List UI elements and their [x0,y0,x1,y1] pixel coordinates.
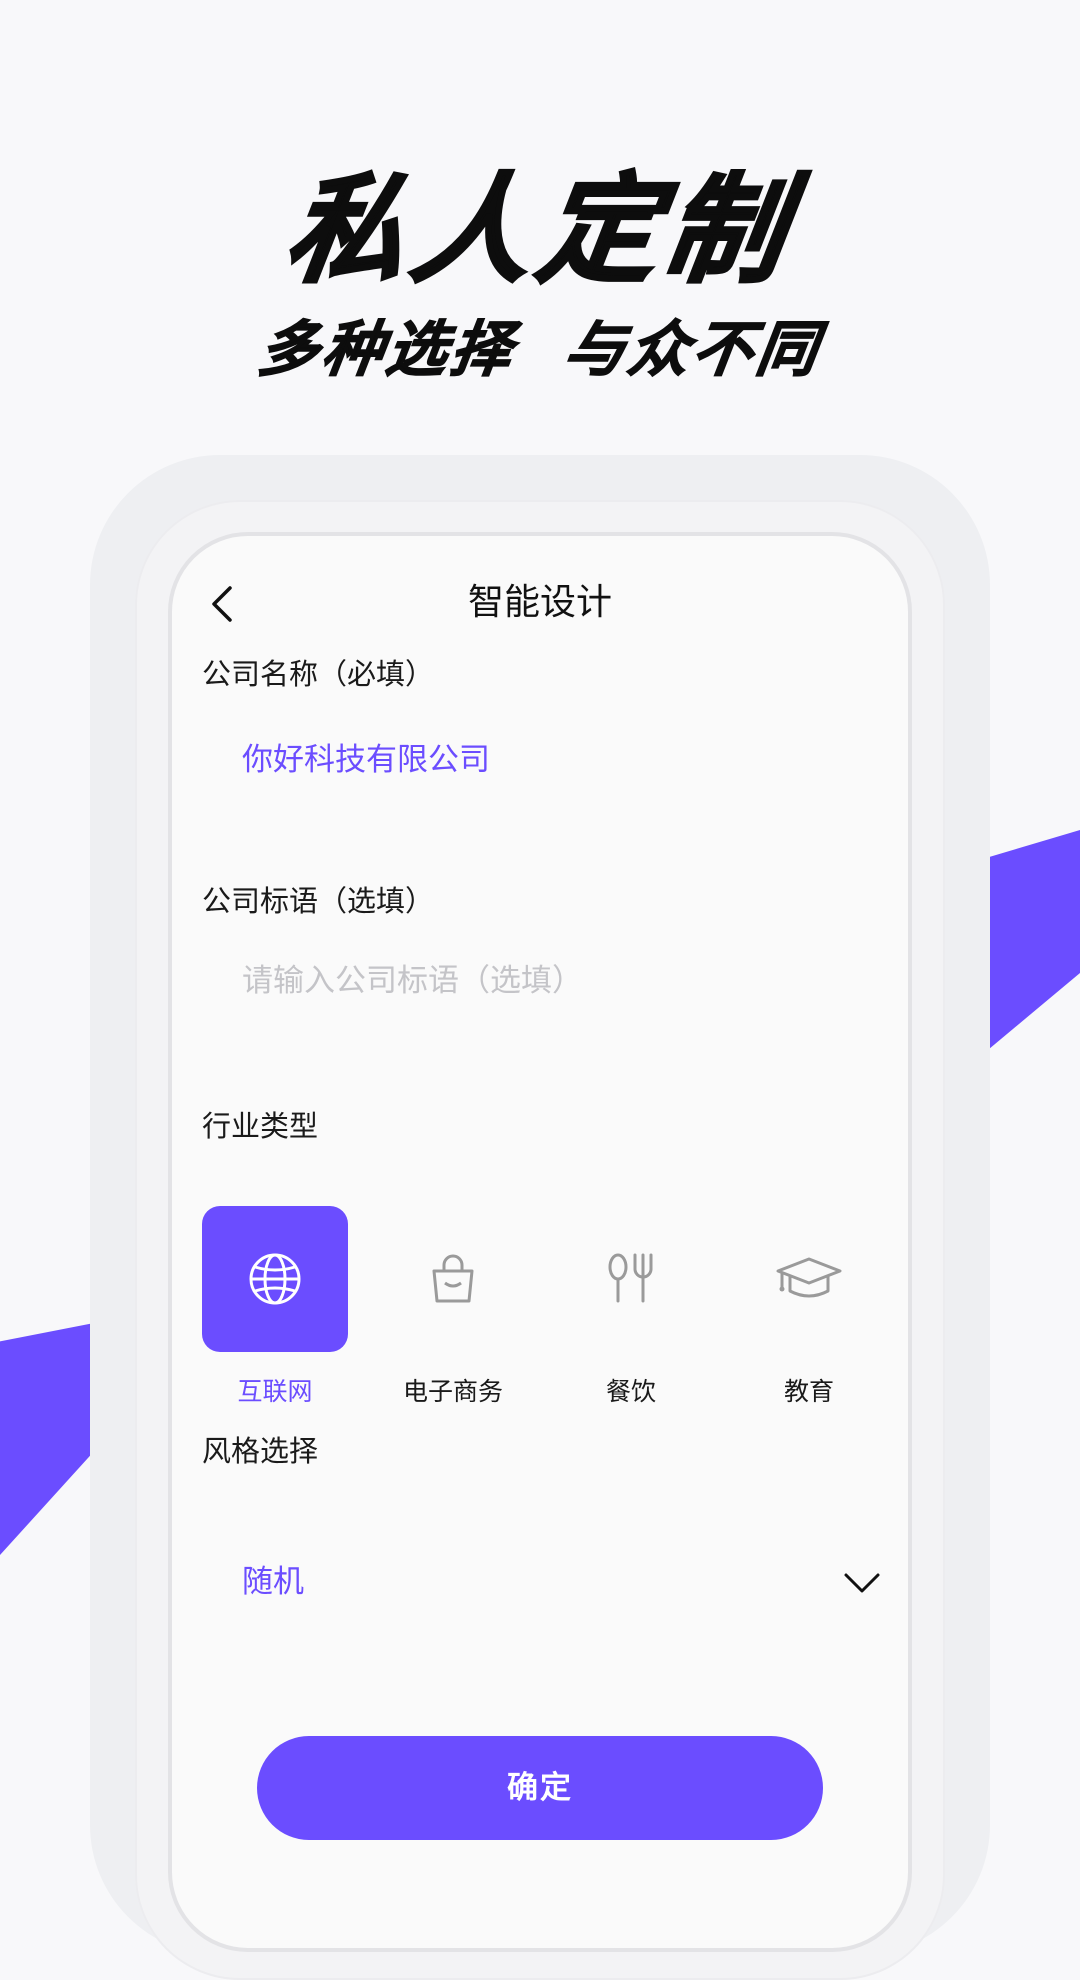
page-title: 智能设计 [467,582,612,623]
company-slogan-input[interactable] [202,941,882,1021]
hero-subtitle: 多种选择 与众不同 [253,314,826,386]
industry-option-label: 电子商务 [402,1377,503,1406]
style-selected-value: 随机 [242,1564,304,1600]
industry-option-label: 教育 [783,1377,834,1406]
industry-option-label: 互联网 [237,1377,313,1406]
chevron-down-icon [844,1573,880,1593]
shopping-bag-icon [432,1254,474,1303]
graduation-cap-icon [776,1257,842,1298]
industry-tile [736,1206,882,1352]
confirm-button[interactable]: 确定 [257,1736,823,1840]
utensils-icon [608,1253,653,1303]
globe-icon [249,1253,301,1305]
industry-option-internet[interactable]: 互联网 [202,1206,348,1426]
industry-tile [202,1206,348,1352]
company-name-label: 公司名称（必填） [202,657,435,691]
industry-option-label: 餐饮 [605,1377,656,1406]
industry-tile [380,1206,526,1352]
industry-tile [558,1206,704,1352]
style-label: 风格选择 [202,1434,319,1468]
style-dropdown[interactable]: 随机 [202,1541,882,1625]
industry-label: 行业类型 [202,1109,319,1143]
company-slogan-label: 公司标语（选填） [202,884,435,918]
industry-option-education[interactable]: 教育 [736,1206,882,1426]
company-name-input[interactable] [202,716,882,796]
hero-title: 私人定制 [277,160,803,301]
industry-option-ecommerce[interactable]: 电子商务 [380,1206,526,1426]
industry-options: 互联网 电子商务 餐饮 教育 [202,1206,908,1426]
industry-option-catering[interactable]: 餐饮 [558,1206,704,1426]
phone-screen: 智能设计 公司名称（必填） 公司标语（选填） 行业类型 互联网 [168,532,912,1952]
